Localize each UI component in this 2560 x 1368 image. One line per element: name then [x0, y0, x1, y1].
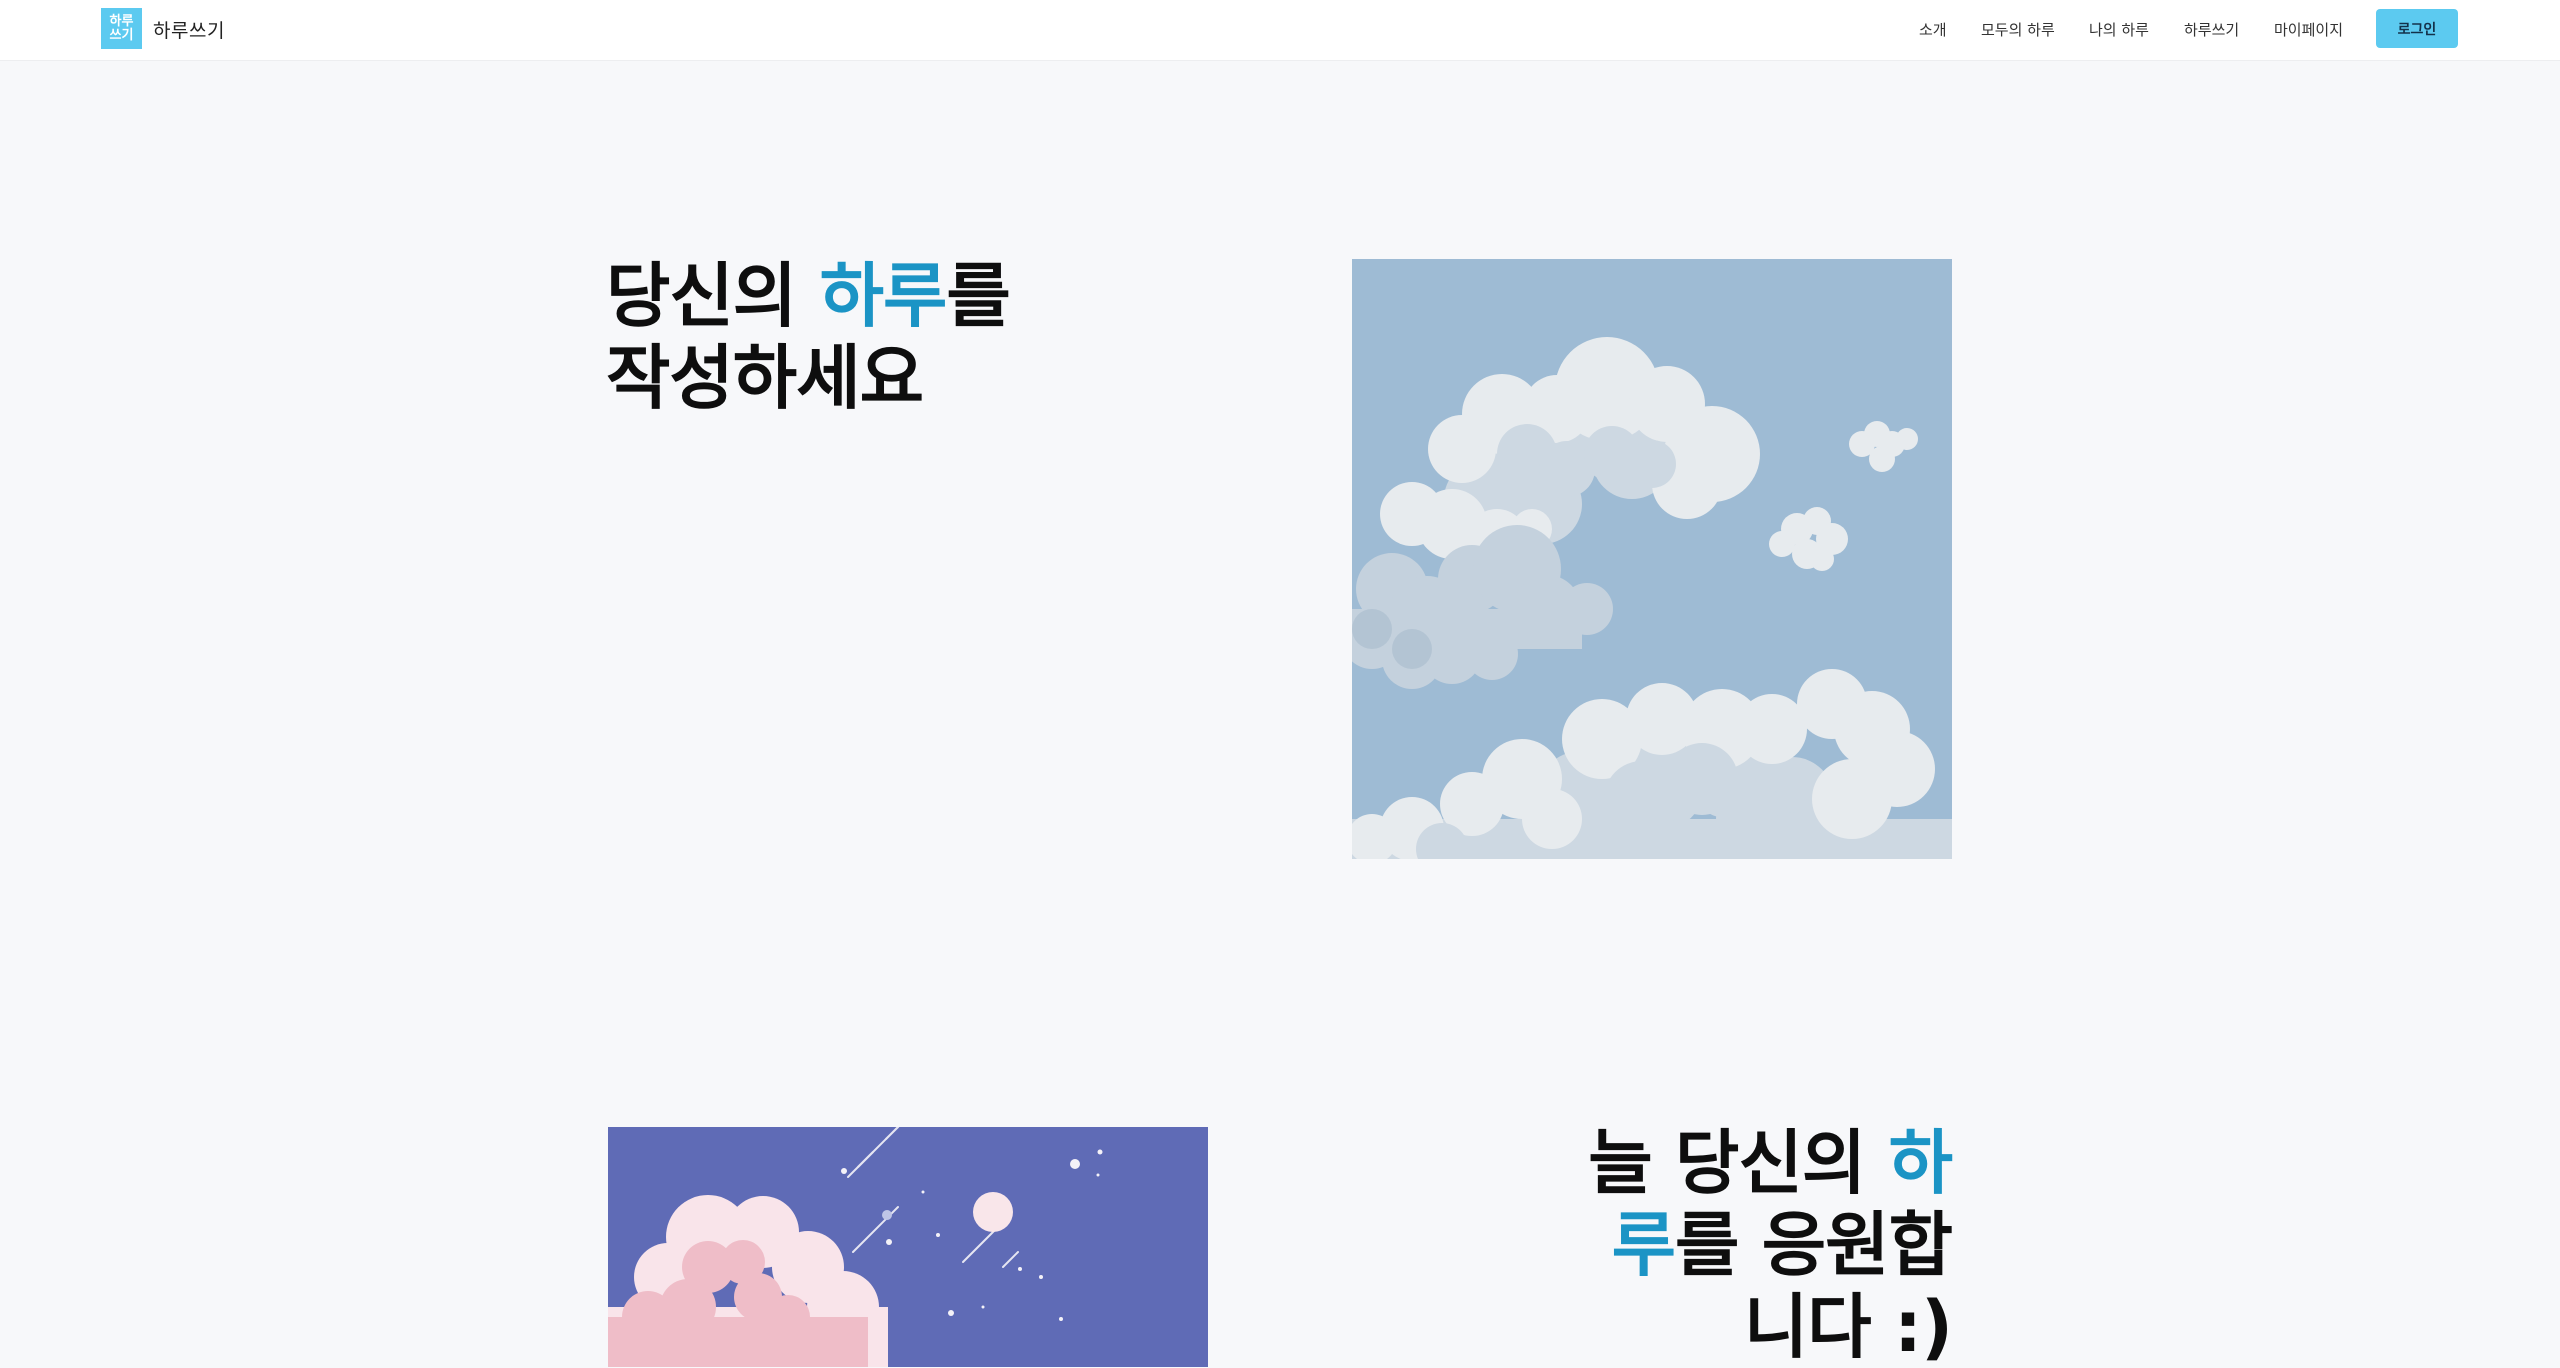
brand-name[interactable]: 하루쓰기 — [153, 16, 225, 43]
section2-text: 늘 당신의 — [1588, 1122, 1889, 1204]
nav-item-my-day[interactable]: 나의 하루 — [2089, 19, 2149, 40]
hero-headline: 당신의 하루를 작성하세요 — [606, 255, 1126, 419]
night-sky-illustration — [608, 1127, 1208, 1367]
hero-text: 를 — [946, 255, 1010, 337]
hero-highlight: 하루 — [819, 255, 948, 337]
section2-line1: 늘 당신의 하 — [1580, 1122, 1953, 1204]
section2-line2: 루를 응원합 — [1580, 1204, 1953, 1286]
nav-item-everyones-day[interactable]: 모두의 하루 — [1981, 19, 2055, 40]
logo-text-line1: 하루 — [109, 13, 134, 29]
top-navbar: 하루 쓰기 하루쓰기 소개 모두의 하루 나의 하루 하루쓰기 마이페이지 로그… — [0, 0, 2560, 60]
hero-headline-line2: 작성하세요 — [606, 337, 924, 419]
section2-highlight: 루 — [1611, 1204, 1676, 1286]
clouds-illustration — [1352, 259, 1952, 859]
section2-headline: 늘 당신의 하 루를 응원합 니다 :) — [1580, 1122, 1953, 1368]
logo[interactable]: 하루 쓰기 — [101, 8, 142, 49]
logo-text-line2: 쓰기 — [109, 27, 134, 43]
hero-text: 당신의 — [606, 255, 820, 337]
nav-item-intro[interactable]: 소개 — [1919, 19, 1947, 40]
nav-item-write-day[interactable]: 하루쓰기 — [2184, 19, 2239, 40]
hero-headline-line1: 당신의 하루를 — [606, 255, 1126, 337]
login-button[interactable]: 로그인 — [2376, 9, 2458, 48]
section2-line3: 니다 :) — [1743, 1286, 1953, 1368]
section2-highlight: 하 — [1888, 1122, 1953, 1204]
section2-text: 를 응원합 — [1675, 1204, 1953, 1286]
nav-item-mypage[interactable]: 마이페이지 — [2274, 19, 2343, 40]
